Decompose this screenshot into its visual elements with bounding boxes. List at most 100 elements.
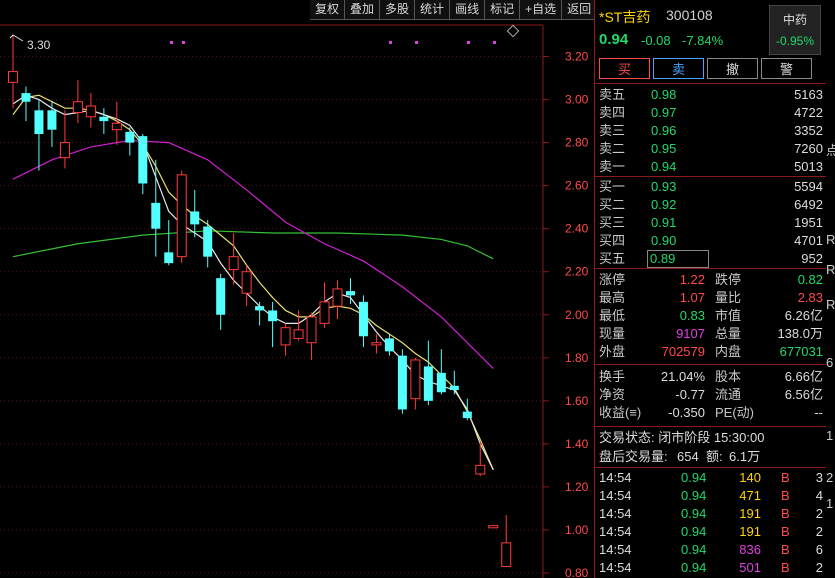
toolbar-button-7[interactable]: 返回 xyxy=(562,0,598,20)
price-alert-button[interactable]: 警 xyxy=(761,58,812,79)
ma-line-white xyxy=(12,94,494,470)
candle-body xyxy=(436,372,446,393)
stat-row: 最低 0.83 市值 6.26亿 xyxy=(599,308,823,323)
stat-row: 换手 21.04% 股本 6.66亿 xyxy=(599,369,823,384)
bid-row: 买一 0.93 5594 xyxy=(599,179,823,194)
y-tick-label: 2.40 xyxy=(565,222,589,236)
signal-marker xyxy=(493,41,496,44)
candle-body xyxy=(488,525,499,529)
ask-row: 卖三 0.96 3352 xyxy=(599,123,823,138)
toolbar-button-2[interactable]: 多股 xyxy=(380,0,416,20)
ask-row: 卖二 0.95 7260 xyxy=(599,141,823,156)
candle-body xyxy=(164,252,174,264)
price-change-pct: -7.84% xyxy=(682,33,724,48)
divider xyxy=(595,426,827,427)
toolbar-button-6[interactable]: +自选 xyxy=(520,0,563,20)
stat-row: 最高 1.07 量比 2.83 xyxy=(599,290,823,305)
ask-row: 卖四 0.97 4722 xyxy=(599,105,823,120)
toolbar-button-3[interactable]: 统计 xyxy=(415,0,451,20)
y-tick-label: 2.00 xyxy=(565,308,589,322)
y-tick-label: 0.80 xyxy=(565,566,589,578)
candle-body xyxy=(371,342,382,346)
candle-body xyxy=(410,359,421,400)
candle-body xyxy=(85,105,96,118)
sector-box[interactable]: 中药 -0.95% xyxy=(769,5,821,55)
candle-body xyxy=(475,464,486,475)
candle-body xyxy=(462,411,472,419)
clipped-side-panel: 点RR R61 21 xyxy=(826,0,835,578)
candlestick-chart[interactable]: 3.20 3.00 2.80 2.60 2.40 2.20 2.00 1.80 1.60 1.40… xyxy=(0,0,594,578)
status-line-1: 交易状态: 闭市阶段 15:30:00 xyxy=(599,430,765,445)
stat-row: 外盘 702579 内盘 677031 xyxy=(599,344,823,359)
candle-body xyxy=(34,110,44,134)
y-tick-label: 1.20 xyxy=(565,480,589,494)
stat-row: 涨停 1.22 跌停 0.82 xyxy=(599,272,823,287)
candle-body xyxy=(176,174,187,258)
signal-marker xyxy=(389,41,392,44)
candle-body xyxy=(268,310,278,322)
tick-row: 14:54 0.94 191 B 2 xyxy=(599,506,823,521)
trade-buttons: 买 卖 撤 警 xyxy=(599,58,812,79)
toolbar-button-4[interactable]: 画线 xyxy=(450,0,486,20)
price-change: -0.08 xyxy=(641,33,671,48)
y-tick-label: 1.00 xyxy=(565,523,589,537)
tick-row: 14:54 0.94 140 B 3 xyxy=(599,470,823,485)
divider xyxy=(595,467,827,468)
candle-body xyxy=(501,542,512,568)
candle-body xyxy=(319,301,330,324)
candle-body xyxy=(125,131,135,143)
candle-body xyxy=(151,202,161,229)
bid-row: 买二 0.92 6492 xyxy=(599,197,823,212)
candle-body xyxy=(345,291,355,296)
sector-name: 中药 xyxy=(782,13,807,27)
sector-change-pct: -0.95% xyxy=(775,34,815,48)
candle-body xyxy=(203,226,213,257)
candle-body xyxy=(293,329,304,339)
bid-row: 买三 0.91 1951 xyxy=(599,215,823,230)
stat-row: 现量 9107 总量 138.0万 xyxy=(599,326,823,341)
candle-body xyxy=(72,101,83,113)
ask-row: 卖五 0.98 5163 xyxy=(599,87,823,102)
candle-body xyxy=(280,327,291,346)
divider xyxy=(595,268,827,269)
buy-button[interactable]: 买 xyxy=(599,58,650,79)
bid-row: 买四 0.90 4701 xyxy=(599,233,823,248)
candle-body xyxy=(228,256,239,271)
high-marker-arrow xyxy=(9,34,24,42)
stock-name: *ST吉药 xyxy=(599,9,651,25)
candle-body xyxy=(47,110,57,130)
candle-body xyxy=(111,122,122,131)
candle-body xyxy=(99,116,109,122)
tick-row: 14:54 0.94 501 B 2 xyxy=(599,560,823,575)
candle-body xyxy=(241,271,252,294)
stat-row: 净资 -0.77 流通 6.56亿 xyxy=(599,387,823,402)
candle-body xyxy=(423,366,433,401)
ma-line-green xyxy=(12,230,494,260)
candle-body xyxy=(138,136,148,184)
tick-row: 14:54 0.94 471 B 4 xyxy=(599,488,823,503)
candle-body xyxy=(21,93,31,102)
stat-row: 收益(≡) -0.350 PE(动) -- xyxy=(599,405,823,420)
sell-button[interactable]: 卖 xyxy=(653,58,704,79)
divider xyxy=(595,364,827,365)
divider xyxy=(595,176,827,177)
diamond-icon xyxy=(506,24,520,38)
ma-line-magenta xyxy=(12,139,494,369)
status-line-2: 盘后交易量: 654 额: 6.1万 xyxy=(599,449,761,464)
ask-row: 卖一 0.94 5013 xyxy=(599,159,823,174)
toolbar-button-5[interactable]: 标记 xyxy=(485,0,521,20)
signal-marker xyxy=(170,41,173,44)
candle-body xyxy=(397,355,407,410)
y-tick-label: 1.80 xyxy=(565,351,589,365)
quote-panel: *ST吉药 300108 0.94 -0.08 -7.84% 中药 -0.95%… xyxy=(594,0,827,578)
candle-body xyxy=(255,306,265,311)
toolbar-button-0[interactable]: 复权 xyxy=(310,0,346,20)
divider xyxy=(595,83,827,84)
y-tick-label: 2.80 xyxy=(565,136,589,150)
toolbar-button-1[interactable]: 叠加 xyxy=(345,0,381,20)
cancel-order-button[interactable]: 撤 xyxy=(707,58,758,79)
candle-body xyxy=(449,385,459,391)
y-tick-label: 1.60 xyxy=(565,394,589,408)
tick-row: 14:54 0.94 191 B 2 xyxy=(599,524,823,539)
signal-marker xyxy=(467,41,470,44)
